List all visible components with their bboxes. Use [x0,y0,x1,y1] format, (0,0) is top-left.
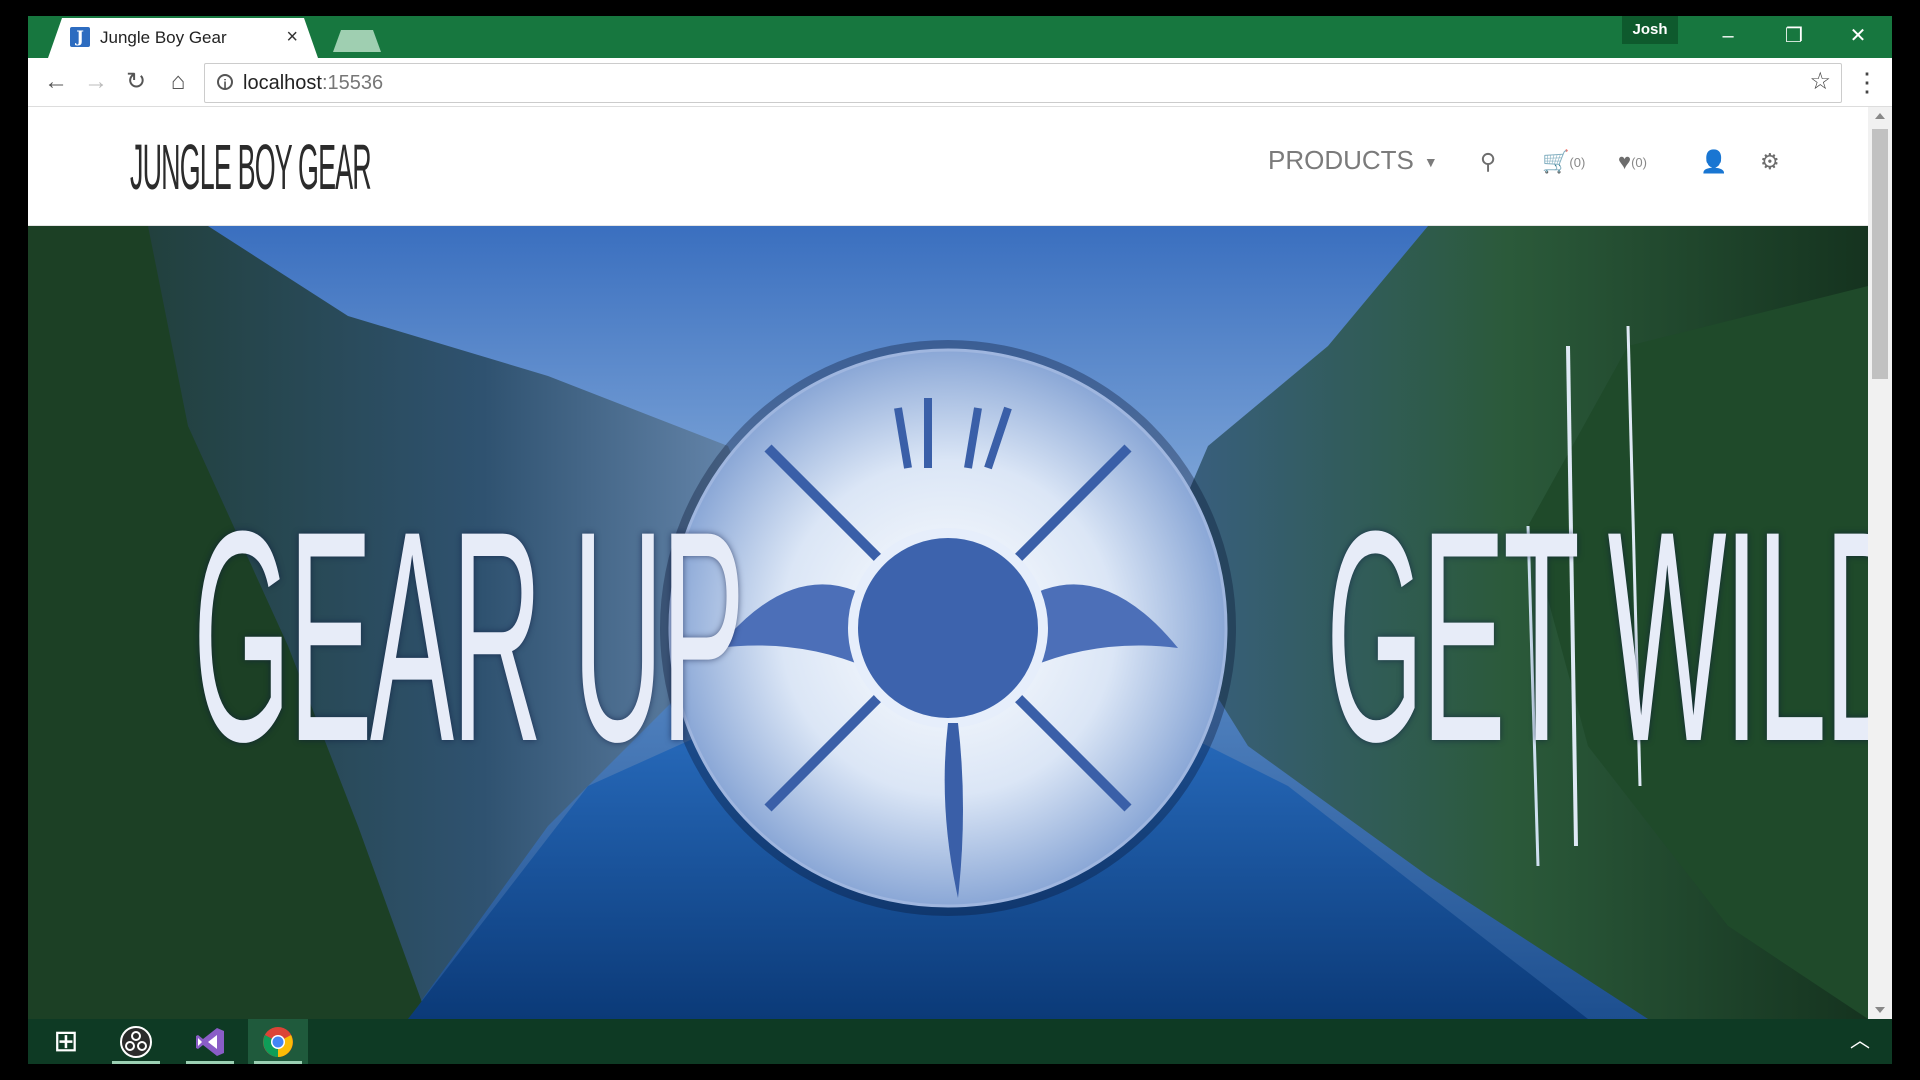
products-label: PRODUCTS [1268,145,1414,175]
browser-window: J Jungle Boy Gear × Josh – ❐ ✕ ← → ↻ ⌂ i… [28,16,1892,1064]
caret-down-icon: ▼ [1423,154,1438,171]
windows-taskbar: ⊞ ︿ [28,1019,1892,1064]
browser-tab[interactable]: J Jungle Boy Gear × [48,18,318,58]
browser-toolbar: ← → ↻ ⌂ i localhost:15536 ☆ ⋮ [28,58,1892,107]
site-header: JUNGLE BOY GEAR PRODUCTS ▼ ⚲ 🛒(0) ♥(0) 👤 … [28,107,1868,226]
account-icon[interactable]: 👤 [1700,149,1727,175]
emblem-logo [660,340,1236,916]
profile-button[interactable]: Josh [1622,16,1678,44]
cart-icon: 🛒 [1542,149,1570,174]
browser-titlebar: J Jungle Boy Gear × Josh – ❐ ✕ [28,16,1892,58]
url-text[interactable]: localhost:15536 [243,72,383,95]
hero-banner: GEAR UP GET WILD [28,226,1868,1019]
page-scrollbar[interactable] [1868,107,1892,1019]
chrome-app-icon[interactable] [248,1019,308,1064]
url-host: localhost [243,72,322,94]
site-logo[interactable]: JUNGLE BOY GEAR [130,129,372,205]
cart-button[interactable]: 🛒(0) [1542,149,1585,176]
tab-close-icon[interactable]: × [286,26,298,48]
wishlist-count: (0) [1631,155,1647,171]
scroll-up-arrow-icon[interactable] [1875,113,1885,119]
windows-logo-icon: ⊞ [53,1025,79,1058]
settings-gear-icon[interactable]: ⚙ [1760,149,1780,175]
back-arrow-icon[interactable]: ← [40,66,72,98]
obs-logo-icon [120,1026,152,1058]
start-button[interactable]: ⊞ [36,1019,96,1064]
tab-favicon-icon: J [70,27,90,47]
reload-icon[interactable]: ↻ [120,66,152,98]
app-running-indicator [112,1061,160,1064]
new-tab-button[interactable] [333,30,381,52]
bookmark-star-icon[interactable]: ☆ [1809,68,1831,96]
window-minimize-button[interactable]: – [1708,22,1748,50]
home-icon[interactable]: ⌂ [162,66,194,98]
web-page: JUNGLE BOY GEAR PRODUCTS ▼ ⚲ 🛒(0) ♥(0) 👤 … [28,107,1868,1019]
app-running-indicator [254,1061,302,1064]
visual-studio-app-icon[interactable] [180,1019,240,1064]
products-menu[interactable]: PRODUCTS ▼ [1268,145,1438,176]
window-close-button[interactable]: ✕ [1838,22,1878,50]
tab-title: Jungle Boy Gear [100,28,227,47]
hero-headline-left: GEAR UP [193,468,745,804]
wishlist-button[interactable]: ♥(0) [1618,149,1647,176]
obs-app-icon[interactable] [106,1019,166,1064]
scroll-thumb[interactable] [1872,129,1888,379]
site-info-icon[interactable]: i [217,74,233,91]
visual-studio-logo-icon [196,1028,224,1056]
scroll-down-arrow-icon[interactable] [1875,1007,1885,1013]
search-icon[interactable]: ⚲ [1480,149,1496,175]
cart-count: (0) [1569,155,1586,171]
forward-arrow-icon[interactable]: → [80,66,112,98]
browser-menu-icon[interactable]: ⋮ [1852,66,1882,98]
hero-headline-right: GET WILD [1326,468,1868,804]
tray-chevron-icon[interactable]: ︿ [1850,1029,1870,1053]
chrome-logo-icon [263,1027,293,1057]
heart-icon: ♥ [1618,149,1632,174]
window-maximize-button[interactable]: ❐ [1774,22,1814,50]
address-bar[interactable]: i localhost:15536 ☆ [204,63,1842,103]
url-port: :15536 [321,72,384,94]
app-running-indicator [186,1061,234,1064]
